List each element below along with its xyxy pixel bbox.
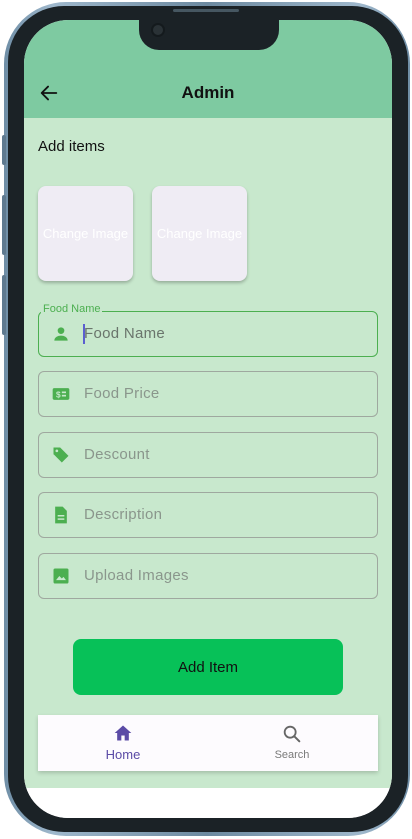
image-icon xyxy=(53,568,69,584)
change-image-button-2[interactable]: Change Image xyxy=(152,186,247,281)
add-item-form: Add items Change Image Change Image Food… xyxy=(24,118,392,788)
bottom-safe-area xyxy=(24,788,392,818)
upload-images-field[interactable]: Upload Images xyxy=(38,553,378,599)
nav-label-home: Home xyxy=(105,747,141,762)
camera-icon xyxy=(151,23,165,37)
discount-tag-icon xyxy=(53,447,69,463)
home-icon xyxy=(114,725,132,741)
price-tag-icon: $ xyxy=(52,388,70,400)
change-image-button-1[interactable]: Change Image xyxy=(38,186,133,281)
search-icon xyxy=(283,725,301,743)
description-field[interactable]: Description xyxy=(38,492,378,538)
app-screen: Admin Add items Change Image Change Imag… xyxy=(24,20,392,818)
upload-images-placeholder: Upload Images xyxy=(84,567,189,584)
person-icon xyxy=(54,327,68,341)
phone-speaker xyxy=(173,9,239,12)
phone-side-button xyxy=(2,195,6,255)
nav-item-search[interactable]: Search xyxy=(232,723,352,767)
section-title: Add items xyxy=(38,138,105,155)
discount-placeholder: Descount xyxy=(84,446,150,463)
nav-item-home[interactable]: Home xyxy=(63,723,183,767)
bottom-navigation: Home Search xyxy=(38,715,378,771)
food-name-placeholder: Food Name xyxy=(84,325,166,342)
food-price-field[interactable]: $ Food Price xyxy=(38,371,378,417)
food-name-field[interactable]: Food Name Food Name xyxy=(38,303,378,357)
phone-side-button xyxy=(2,135,6,165)
svg-text:$: $ xyxy=(56,389,61,399)
page-title: Admin xyxy=(181,83,235,102)
phone-side-button xyxy=(2,275,6,335)
food-name-floating-label: Food Name xyxy=(41,303,103,315)
phone-notch xyxy=(139,20,279,50)
discount-field[interactable]: Descount xyxy=(38,432,378,478)
nav-label-search: Search xyxy=(274,749,310,761)
change-image-label: Change Image xyxy=(156,226,243,241)
change-image-label: Change Image xyxy=(42,226,129,241)
add-item-button[interactable]: Add Item xyxy=(73,639,343,695)
document-icon xyxy=(55,506,67,524)
food-price-placeholder: Food Price xyxy=(84,385,160,402)
description-placeholder: Description xyxy=(84,506,163,523)
